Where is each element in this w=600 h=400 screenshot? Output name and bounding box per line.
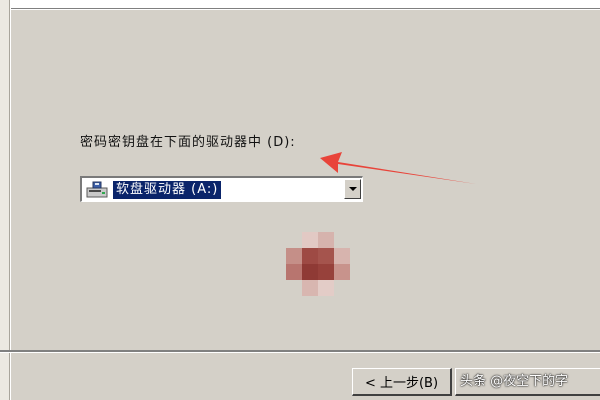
drive-select-value: 软盘驱动器 (A:) (113, 181, 222, 199)
watermark: 头条 @夜空下的字 (460, 374, 569, 389)
annotation-arrow (320, 152, 476, 184)
drive-field-label: 密码密钥盘在下面的驱动器中 (D): (80, 135, 296, 150)
top-panel (0, 0, 600, 10)
floppy-drive-icon (86, 181, 108, 198)
back-button[interactable]: < 上一步(B) (352, 368, 452, 396)
pixelated-mosaic (286, 232, 350, 296)
button-bar-divider (0, 350, 600, 353)
left-panel-edge (0, 0, 11, 400)
